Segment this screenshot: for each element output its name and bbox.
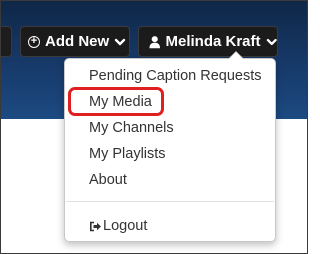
- menu-item-logout[interactable]: Logout: [89, 218, 147, 234]
- user-dropdown-menu: Pending Caption Requests My Media My Cha…: [64, 51, 276, 242]
- menu-item-about[interactable]: About: [89, 172, 127, 188]
- navbar-button-partial[interactable]: [1, 26, 12, 57]
- menu-item-my-media[interactable]: My Media: [89, 94, 152, 110]
- add-new-label: Add New: [45, 33, 110, 50]
- menu-item-pending-caption-requests[interactable]: Pending Caption Requests: [89, 68, 262, 84]
- sign-out-icon: [90, 221, 101, 231]
- add-new-button[interactable]: + Add New: [20, 26, 130, 57]
- dropdown-caret-fill: [229, 52, 243, 59]
- menu-item-my-playlists[interactable]: My Playlists: [89, 146, 166, 162]
- screenshot-frame: + Add New Melinda Kraft Pending Caption …: [0, 0, 308, 254]
- user-menu-button[interactable]: Melinda Kraft: [138, 26, 278, 57]
- user-name: Melinda Kraft: [165, 33, 261, 50]
- chevron-down-icon: [114, 38, 126, 45]
- menu-item-my-channels[interactable]: My Channels: [89, 120, 174, 136]
- plus-circle-icon: +: [28, 35, 40, 48]
- user-icon: [149, 35, 161, 48]
- menu-divider: [66, 201, 274, 202]
- chevron-down-icon: [266, 38, 277, 45]
- logout-label: Logout: [103, 218, 148, 234]
